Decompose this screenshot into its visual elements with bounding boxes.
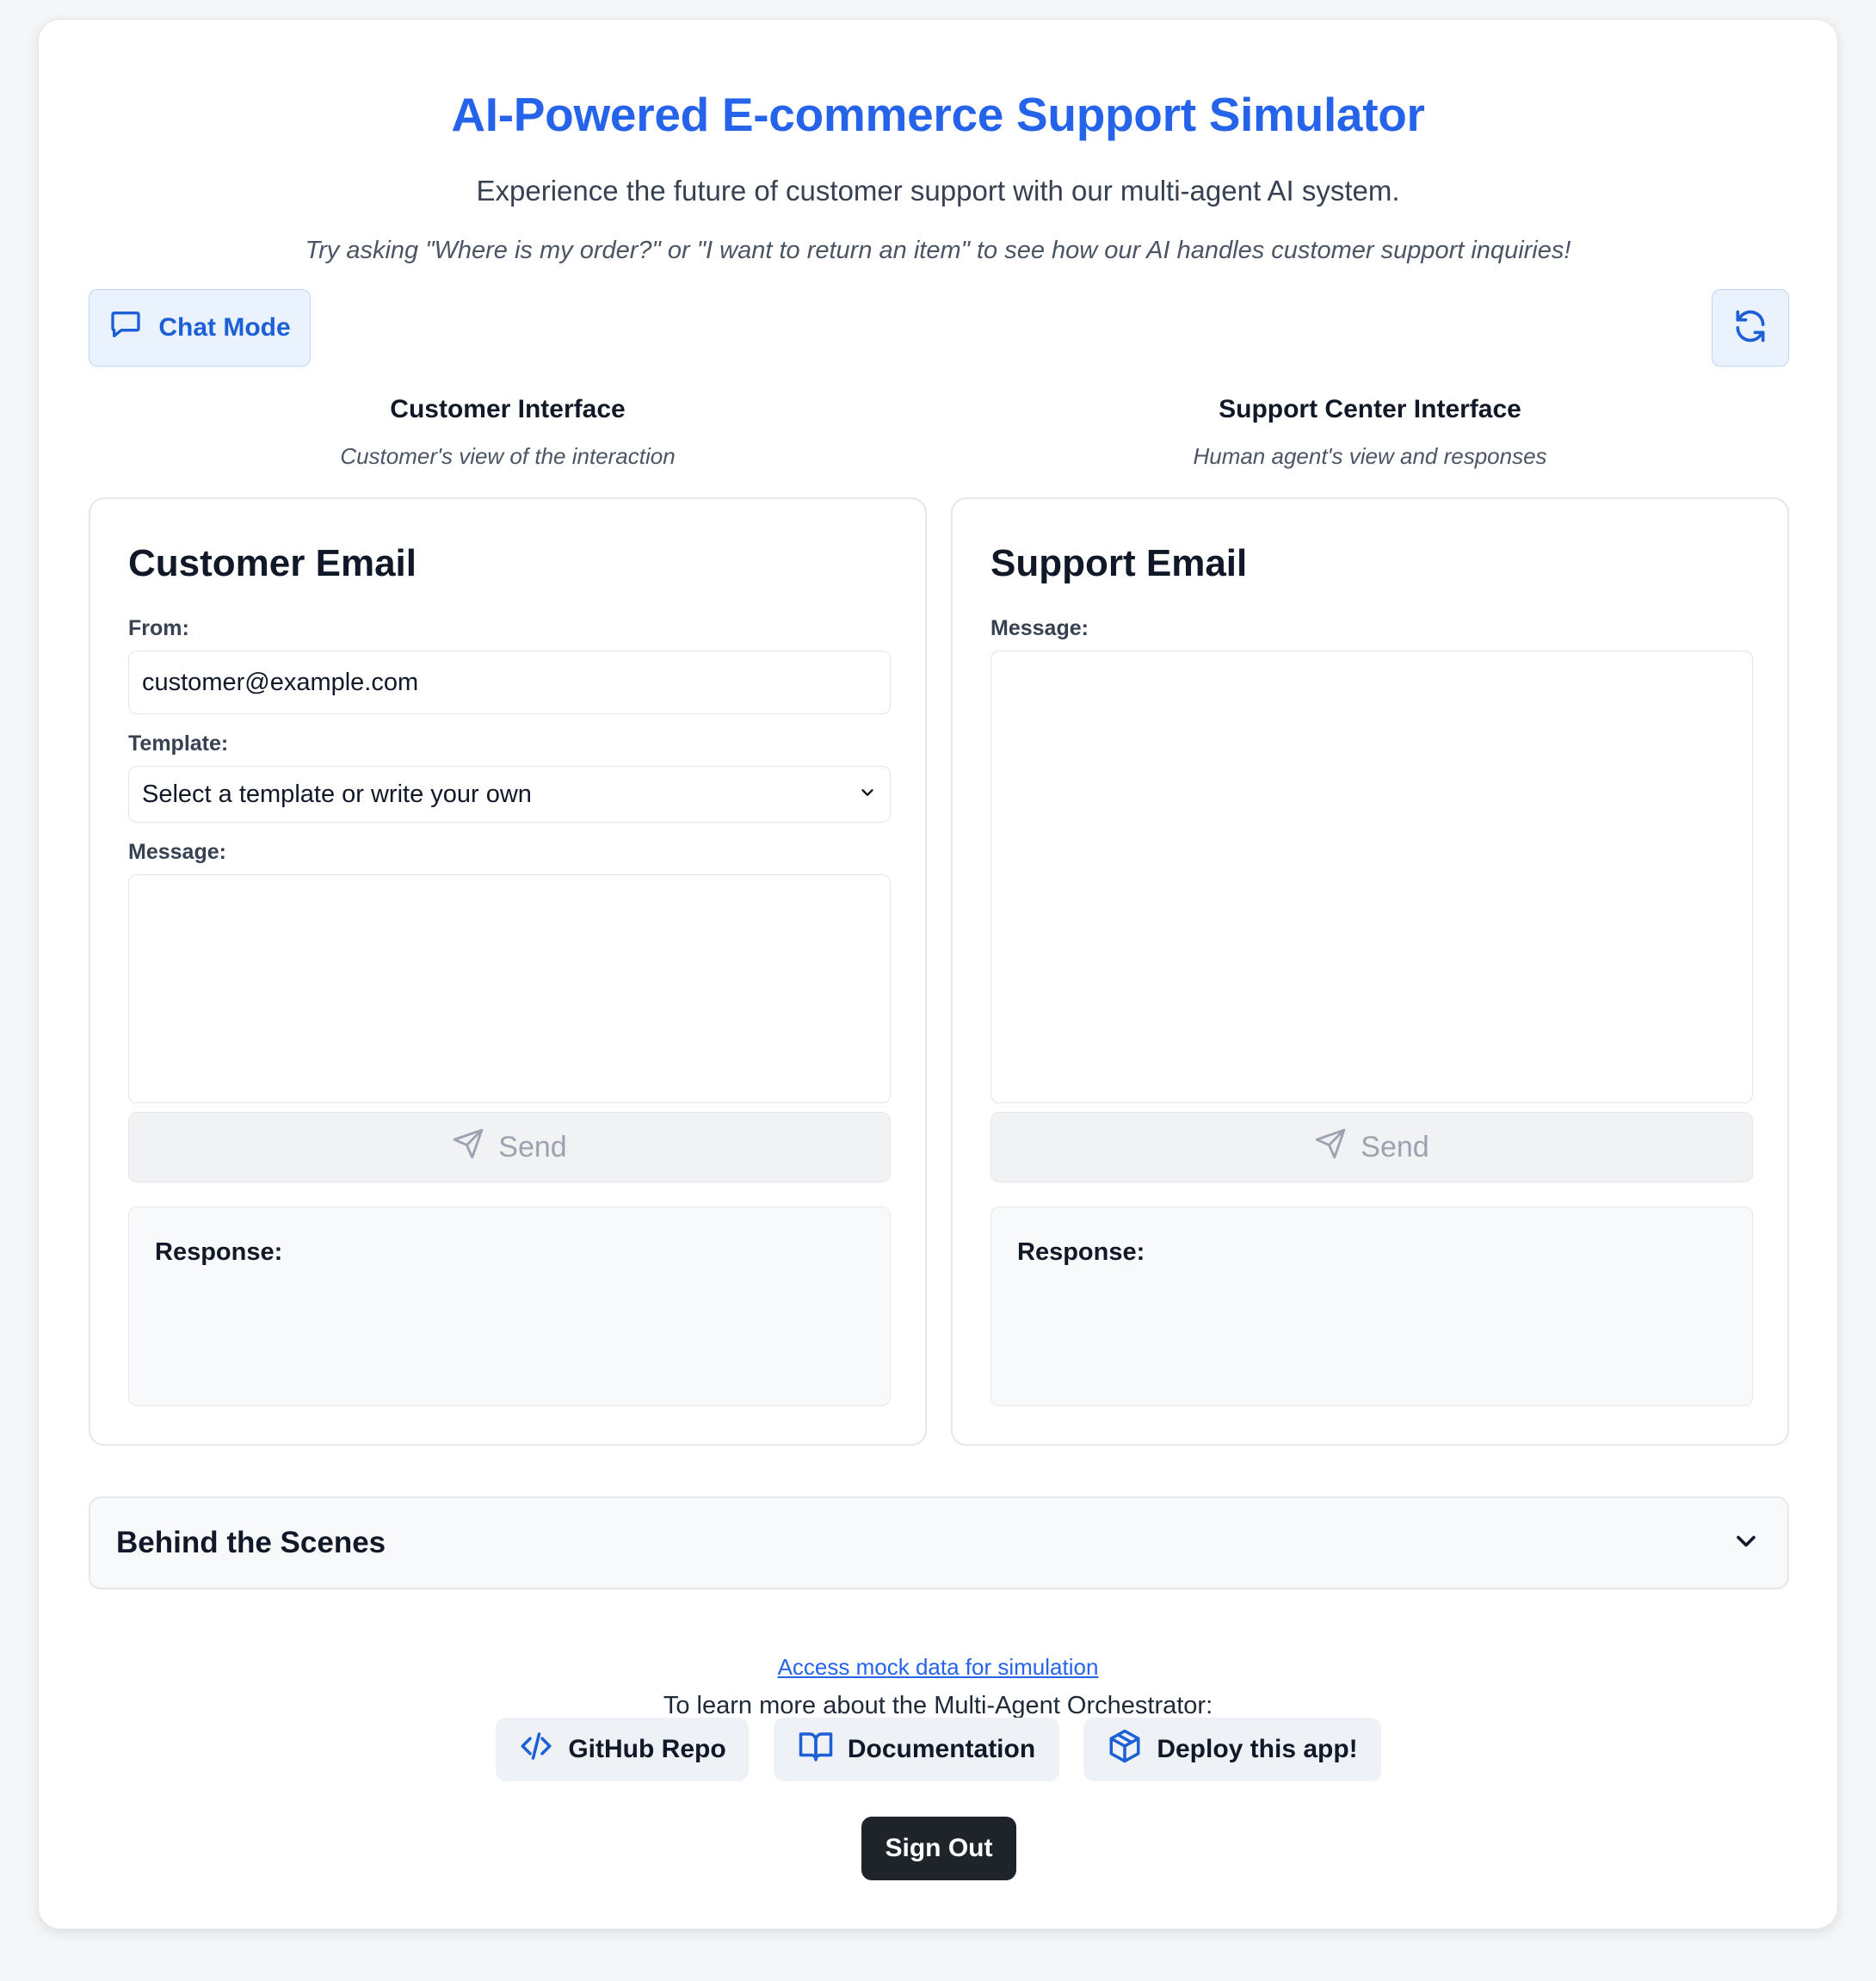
customer-column-subtitle: Customer's view of the interaction: [340, 443, 676, 469]
behind-the-scenes-title: Behind the Scenes: [116, 1526, 386, 1559]
support-panel-title: Support Email: [990, 542, 1248, 584]
response-label: Response:: [1017, 1238, 1145, 1266]
customer-response-box: Response:: [128, 1206, 891, 1406]
support-response-box: Response:: [990, 1206, 1753, 1406]
github-repo-button[interactable]: GitHub Repo: [496, 1718, 749, 1781]
refresh-icon: [1731, 307, 1769, 349]
book-icon: [798, 1728, 834, 1771]
chat-mode-label: Chat Mode: [158, 313, 291, 342]
behind-the-scenes-accordion[interactable]: Behind the Scenes: [89, 1497, 1789, 1589]
support-message-label: Message:: [990, 616, 1089, 640]
template-label: Template:: [128, 731, 229, 756]
page-subtitle: Experience the future of customer suppor…: [476, 175, 1400, 207]
template-select[interactable]: Select a template or write your own: [128, 766, 891, 823]
page-title: AI-Powered E-commerce Support Simulator: [451, 88, 1425, 141]
customer-panel-title: Customer Email: [128, 542, 417, 584]
deploy-app-label: Deploy this app!: [1157, 1735, 1358, 1763]
send-label: Send: [1361, 1130, 1429, 1163]
chat-mode-button[interactable]: Chat Mode: [89, 289, 311, 367]
sign-out-button[interactable]: Sign Out: [861, 1817, 1016, 1880]
send-label: Send: [498, 1130, 567, 1163]
support-email-panel: Support Email Message: Send Response:: [951, 497, 1789, 1446]
customer-email-panel: Customer Email From: customer@example.co…: [89, 497, 927, 1446]
send-icon: [1314, 1127, 1347, 1168]
support-column-subtitle: Human agent's view and responses: [1193, 443, 1547, 469]
template-selected-value: Select a template or write your own: [142, 780, 532, 808]
send-icon: [452, 1127, 484, 1168]
customer-column-title: Customer Interface: [390, 395, 626, 423]
github-repo-label: GitHub Repo: [568, 1735, 726, 1763]
customer-column-header: Customer Interface Customer's view of th…: [89, 395, 927, 470]
message-label: Message:: [128, 840, 226, 864]
support-column-header: Support Center Interface Human agent's v…: [951, 395, 1789, 470]
main-card: AI-Powered E-commerce Support Simulator …: [38, 19, 1838, 1929]
usage-hint: Try asking "Where is my order?" or "I wa…: [305, 237, 1571, 264]
chat-bubble-icon: [108, 307, 143, 349]
code-icon: [518, 1728, 554, 1771]
from-label: From:: [128, 616, 189, 640]
support-message-textarea[interactable]: [990, 651, 1753, 1103]
package-icon: [1107, 1728, 1143, 1771]
customer-message-textarea[interactable]: [128, 874, 891, 1103]
chevron-down-icon: [858, 781, 877, 809]
deploy-app-button[interactable]: Deploy this app!: [1083, 1718, 1381, 1781]
learn-more-text: To learn more about the Multi-Agent Orch…: [663, 1692, 1213, 1719]
mock-data-link[interactable]: Access mock data for simulation: [39, 1654, 1837, 1681]
refresh-button[interactable]: [1712, 289, 1789, 367]
from-email-input[interactable]: customer@example.com: [128, 651, 891, 714]
support-send-button[interactable]: Send: [990, 1112, 1753, 1182]
from-email-value: customer@example.com: [142, 668, 419, 696]
response-label: Response:: [155, 1238, 283, 1266]
customer-send-button[interactable]: Send: [128, 1112, 891, 1182]
chevron-down-icon: [1731, 1526, 1762, 1561]
documentation-label: Documentation: [847, 1735, 1036, 1763]
support-column-title: Support Center Interface: [1219, 395, 1521, 423]
documentation-button[interactable]: Documentation: [774, 1718, 1059, 1781]
